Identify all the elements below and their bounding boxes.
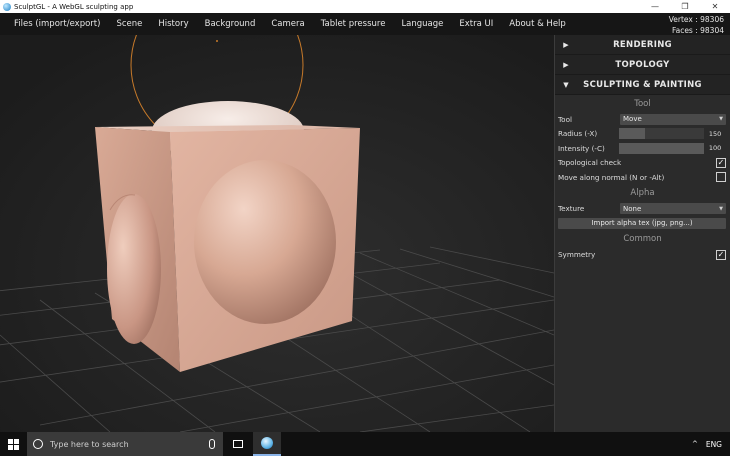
topological-check-row: Topological check ✓ xyxy=(555,156,730,171)
intensity-row: Intensity (-C) 100 xyxy=(555,141,730,156)
sculptgl-app-icon xyxy=(261,437,273,449)
system-tray: ^ ENG xyxy=(692,440,730,449)
chevron-down-icon: ▼ xyxy=(719,205,723,212)
group-alpha-heading: Alpha xyxy=(630,188,655,198)
maximize-button[interactable]: ❐ xyxy=(670,2,700,11)
texture-label: Texture xyxy=(558,204,585,214)
intensity-slider[interactable] xyxy=(619,142,705,154)
left-sphere-bulge xyxy=(107,194,161,344)
menu-language[interactable]: Language xyxy=(393,19,451,29)
app-icon xyxy=(3,2,11,11)
topological-check-label: Topological check xyxy=(558,158,622,168)
section-topology-title: TOPOLOGY xyxy=(615,59,670,70)
windows-logo-icon xyxy=(8,438,19,450)
tool-select[interactable]: Move ▼ xyxy=(620,113,726,125)
windows-taskbar: Type here to search ^ ENG xyxy=(0,432,730,456)
move-along-normal-checkbox[interactable] xyxy=(716,172,726,183)
group-common-heading: Common xyxy=(623,234,662,244)
radius-slider-fill xyxy=(619,128,645,140)
front-sphere-bulge xyxy=(194,160,336,324)
menu-files[interactable]: Files (import/export) xyxy=(0,19,108,29)
sculpt-viewport[interactable] xyxy=(0,35,554,432)
microphone-icon[interactable] xyxy=(209,439,215,449)
radius-value[interactable]: 150 xyxy=(704,130,726,138)
window-title: SculptGL - A WebGL sculpting app xyxy=(14,2,134,11)
menu-history[interactable]: History xyxy=(150,19,196,29)
taskbar-app-sculptgl[interactable] xyxy=(253,432,281,456)
section-rendering[interactable]: ▶ RENDERING xyxy=(555,35,730,55)
menu-extra-ui[interactable]: Extra UI xyxy=(451,19,501,29)
section-sculpting-title: SCULPTING & PAINTING xyxy=(583,79,702,90)
move-along-normal-row: Move along normal (N or -Alt) xyxy=(555,170,730,185)
chevron-right-icon: ▶ xyxy=(563,60,569,69)
texture-select[interactable]: None ▼ xyxy=(620,203,726,215)
intensity-label: Intensity (-C) xyxy=(558,143,605,153)
topological-check-checkbox[interactable]: ✓ xyxy=(716,157,726,168)
input-language[interactable]: ENG xyxy=(706,440,722,449)
radius-label: Radius (-X) xyxy=(558,129,598,139)
chevron-up-icon[interactable]: ^ xyxy=(692,440,698,448)
task-view-icon xyxy=(233,440,243,448)
search-icon xyxy=(33,439,43,449)
vertex-count: Vertex : 98306 xyxy=(668,15,724,24)
move-along-normal-label: Move along normal (N or -Alt) xyxy=(558,172,665,182)
tool-select-value: Move xyxy=(623,115,642,124)
scene-canvas xyxy=(0,35,554,432)
tool-row: Tool Move ▼ xyxy=(555,112,730,127)
import-alpha-row: Import alpha tex (jpg, png...) xyxy=(555,216,730,231)
start-button[interactable] xyxy=(0,432,27,456)
symmetry-checkbox[interactable]: ✓ xyxy=(716,249,726,260)
menu-scene[interactable]: Scene xyxy=(108,19,150,29)
side-panel: ▶ RENDERING ▶ TOPOLOGY ▼ SCULPTING & PAI… xyxy=(554,35,730,432)
taskbar-search-box[interactable]: Type here to search xyxy=(27,432,223,456)
chevron-right-icon: ▶ xyxy=(563,40,569,49)
chevron-down-icon: ▼ xyxy=(563,80,569,89)
radius-row: Radius (-X) 150 xyxy=(555,127,730,142)
minimize-button[interactable]: — xyxy=(640,2,670,11)
window-titlebar: SculptGL - A WebGL sculpting app — ❐ ✕ xyxy=(0,0,730,13)
tool-label: Tool xyxy=(558,114,572,124)
texture-row: Texture None ▼ xyxy=(555,202,730,217)
search-placeholder: Type here to search xyxy=(50,439,129,449)
menu-about-help[interactable]: About & Help xyxy=(501,19,574,29)
import-alpha-button[interactable]: Import alpha tex (jpg, png...) xyxy=(558,217,726,229)
section-sculpting-painting[interactable]: ▼ SCULPTING & PAINTING xyxy=(555,75,730,95)
texture-select-value: None xyxy=(623,204,642,213)
close-button[interactable]: ✕ xyxy=(700,2,730,11)
symmetry-row: Symmetry ✓ xyxy=(555,248,730,263)
section-rendering-title: RENDERING xyxy=(613,39,672,50)
mesh-stats: Vertex : 98306 Faces : 98304 xyxy=(669,14,724,36)
radius-slider[interactable] xyxy=(619,128,705,140)
task-view-button[interactable] xyxy=(223,432,253,456)
section-topology[interactable]: ▶ TOPOLOGY xyxy=(555,55,730,75)
intensity-value[interactable]: 100 xyxy=(704,144,726,152)
chevron-down-icon: ▼ xyxy=(719,116,723,123)
group-tool-heading: Tool xyxy=(634,98,651,109)
menu-bar: Files (import/export) Scene History Back… xyxy=(0,13,730,35)
menu-background[interactable]: Background xyxy=(197,19,264,29)
menu-tablet-pressure[interactable]: Tablet pressure xyxy=(313,19,394,29)
menu-camera[interactable]: Camera xyxy=(263,19,312,29)
intensity-slider-fill xyxy=(619,142,705,154)
symmetry-label: Symmetry xyxy=(558,250,596,260)
